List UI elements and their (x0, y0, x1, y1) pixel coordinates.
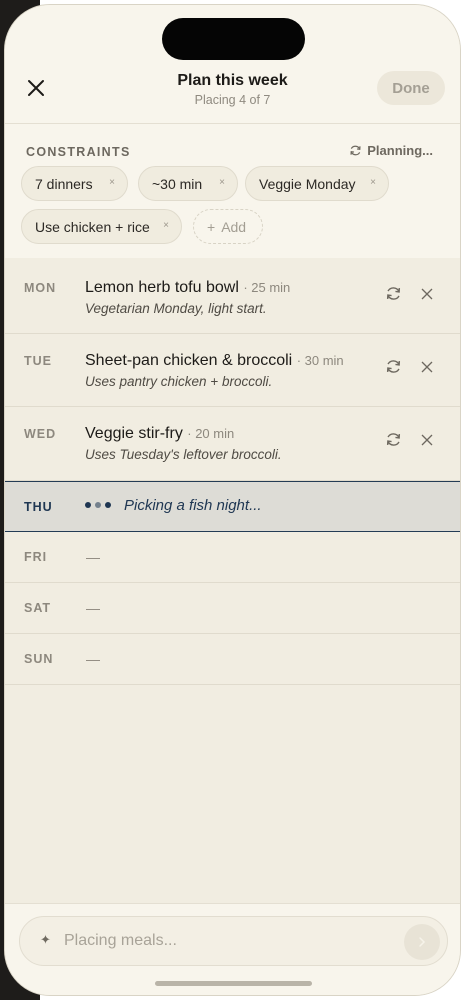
chip-label: 7 dinners (35, 175, 93, 192)
day-label: THU (24, 500, 53, 514)
meal-title: Sheet-pan chicken & broccoli (85, 352, 293, 369)
day-label: TUE (24, 354, 52, 368)
meal-note: Vegetarian Monday, light start. (85, 301, 267, 316)
constraint-chip-time[interactable]: ~30 min × (138, 166, 238, 201)
constraint-chip-dinners[interactable]: 7 dinners × (21, 166, 128, 201)
add-label: Add (221, 218, 247, 235)
day-label: MON (24, 281, 57, 295)
meal-title: Lemon herb tofu bowl (85, 279, 239, 296)
remove-meal-icon[interactable] (420, 433, 434, 447)
composer-input[interactable] (64, 926, 384, 956)
chip-label: Use chicken + rice (35, 218, 150, 235)
constraint-chip-veggie-monday[interactable]: Veggie Monday × (245, 166, 389, 201)
remove-meal-icon[interactable] (420, 287, 434, 301)
meal-time: · 20 min (187, 426, 235, 441)
swap-meal-icon[interactable] (385, 285, 402, 302)
day-row-mon[interactable]: MON Lemon herb tofu bowl · 25 min Vegeta… (5, 258, 460, 334)
day-row-thu: THU Picking a fish night... (5, 481, 460, 532)
meal-note: Uses pantry chicken + broccoli. (85, 374, 273, 389)
empty-slot: — (86, 549, 100, 565)
done-button[interactable]: Done (377, 71, 445, 105)
meal-title: Veggie stir-fry (85, 425, 183, 442)
planning-status: Planning... (349, 143, 433, 158)
sparkle-icon: ✦ (40, 932, 51, 947)
day-row-sat[interactable]: SAT — (5, 583, 460, 634)
add-constraint-button[interactable]: + Add (193, 209, 263, 244)
chip-remove-icon[interactable]: × (370, 177, 376, 188)
meal-time: · 25 min (243, 280, 291, 295)
meal-time: · 30 min (296, 353, 344, 368)
composer-bar: ✦ (5, 903, 460, 995)
constraints-label: CONSTRAINTS (26, 145, 131, 159)
meal-note: Uses Tuesday's leftover broccoli. (85, 447, 282, 462)
day-label: SUN (24, 652, 54, 666)
meal-name: Lemon herb tofu bowl · 25 min (85, 279, 290, 297)
day-label: FRI (24, 550, 48, 564)
chip-label: ~30 min (152, 175, 203, 192)
swap-meal-icon[interactable] (385, 358, 402, 375)
planning-status-text: Picking a fish night... (124, 497, 262, 514)
constraints-section: CONSTRAINTS Planning... 7 dinners × ~30 … (5, 123, 460, 258)
chip-remove-icon[interactable]: × (163, 220, 169, 231)
chip-remove-icon[interactable]: × (219, 177, 225, 188)
meal-name: Sheet-pan chicken & broccoli · 30 min (85, 352, 344, 370)
chip-label: Veggie Monday (259, 175, 356, 192)
remove-meal-icon[interactable] (420, 360, 434, 374)
phone-screen: Plan this week Placing 4 of 7 Done CONST… (4, 4, 461, 996)
chevron-right-icon (419, 937, 426, 947)
day-row-fri[interactable]: FRI — (5, 532, 460, 583)
loading-dots-icon (85, 502, 111, 508)
meal-name: Veggie stir-fry · 20 min (85, 425, 234, 443)
day-row-sun[interactable]: SUN — (5, 634, 460, 685)
empty-slot: — (86, 600, 100, 616)
send-button[interactable] (404, 924, 440, 960)
plus-icon: + (207, 218, 216, 235)
day-row-tue[interactable]: TUE Sheet-pan chicken & broccoli · 30 mi… (5, 334, 460, 407)
constraint-chip-chicken-rice[interactable]: Use chicken + rice × (21, 209, 182, 244)
composer: ✦ (19, 916, 448, 966)
empty-slot: — (86, 651, 100, 667)
chip-remove-icon[interactable]: × (109, 177, 115, 188)
dynamic-island (162, 18, 305, 60)
day-label: SAT (24, 601, 52, 615)
refresh-icon (350, 145, 361, 156)
day-row-wed[interactable]: WED Veggie stir-fry · 20 min Uses Tuesda… (5, 407, 460, 481)
swap-meal-icon[interactable] (385, 431, 402, 448)
day-label: WED (24, 427, 57, 441)
home-indicator (155, 981, 312, 986)
planning-status-text: Planning... (367, 143, 433, 158)
